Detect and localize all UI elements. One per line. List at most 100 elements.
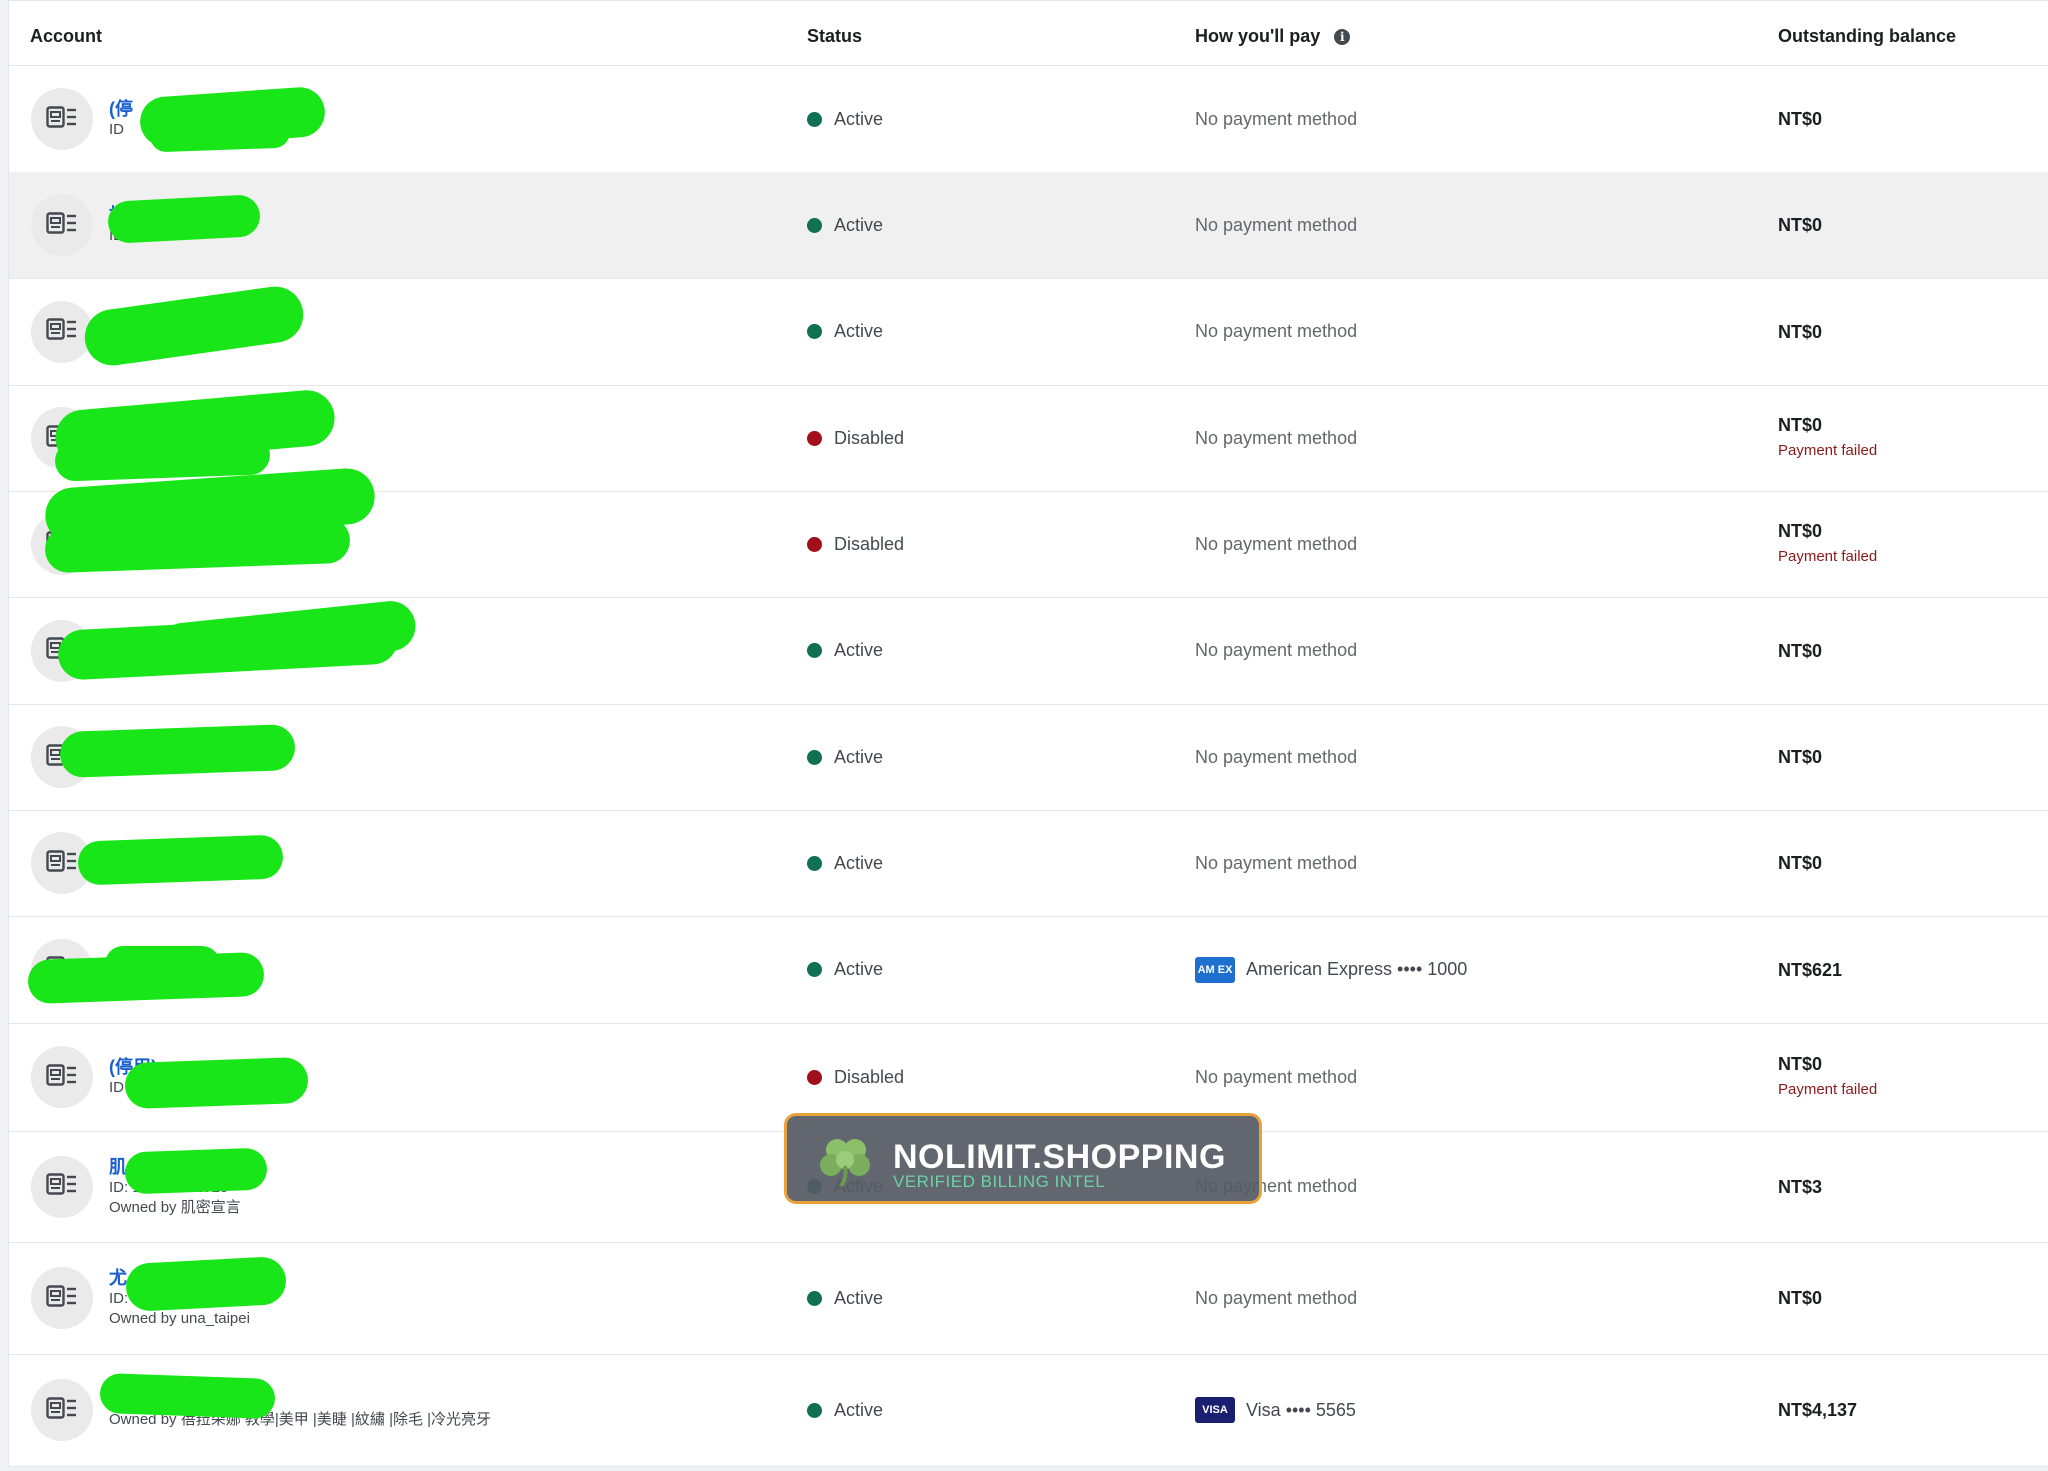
redaction-mark (105, 946, 220, 982)
clover-icon (820, 1139, 870, 1188)
balance-amount: NT$0 (1778, 321, 1823, 342)
status-dot (807, 643, 822, 658)
table-row[interactable]: 216ActiveNo payment methodNT$0 (9, 278, 2048, 386)
payment-method-label: No payment method (1195, 640, 1358, 660)
status-cell: Disabled (807, 491, 904, 597)
balance-amount: NT$0 (1778, 747, 1823, 767)
payment-method-cell: No payment method (1195, 704, 1357, 810)
status-cell: Active (807, 1242, 883, 1354)
status-cell: Disabled (807, 385, 904, 491)
status-dot (807, 536, 822, 552)
balance-cell: NT$621 (1778, 916, 1842, 1023)
table-row[interactable]: SaActiveAM EXAmerican Express •••• 1000N… (9, 916, 2048, 1024)
column-header-account[interactable]: Account (30, 8, 102, 65)
payment-method-label: No payment method (1195, 214, 1358, 235)
column-header-pay[interactable]: How you'll pay i (1195, 8, 1351, 65)
status-cell: Active (807, 66, 883, 172)
account-owner: Owned by 肌密宣言 (109, 1198, 241, 1216)
ad-account-icon (46, 211, 78, 240)
payment-method-label: Visa •••• 5565 (1246, 1399, 1356, 1420)
account-avatar (31, 1379, 93, 1441)
balance-cell: NT$4,137 (1778, 1354, 1857, 1466)
balance-cell: NT$0 (1778, 597, 1822, 704)
payment-method-label: No payment method (1195, 1287, 1358, 1308)
table-header: Account Status How you'll pay i Outstandi… (9, 8, 2048, 66)
status-cell: Active (807, 810, 883, 916)
account-avatar (31, 1155, 93, 1218)
redaction-mark (124, 1056, 309, 1110)
ad-account-icon (46, 1396, 78, 1425)
status-dot (807, 430, 822, 446)
balance-cell: NT$0 (1778, 172, 1822, 278)
balance-amount: NT$0 (1778, 521, 1823, 541)
payment-method-cell: VISA Visa •••• 5565 (1195, 1354, 1356, 1466)
ad-account-icon (46, 317, 78, 346)
status-label: Active (834, 321, 884, 341)
table-row[interactable]: ID: 847ActiveNo payment methodNT$0 (9, 704, 2048, 811)
payment-method-cell: No payment method (1195, 385, 1357, 491)
status-label: Active (834, 214, 884, 235)
redaction-mark (77, 834, 284, 886)
balance-cell: NT$0 (1778, 66, 1822, 172)
balance-amount: NT$0 (1778, 415, 1823, 435)
payment-method-cell: No payment method (1195, 1242, 1357, 1354)
ad-account-icon (46, 105, 78, 134)
redaction-mark (124, 1147, 268, 1195)
table-row[interactable]: Active No payment method NT$0 (9, 810, 2048, 917)
account-avatar (31, 88, 93, 150)
balance-cell: NT$0 (1778, 810, 1822, 916)
status-cell: Active (807, 704, 883, 810)
status-cell: Active (807, 916, 883, 1023)
status-cell: Active (807, 597, 883, 704)
status-dot (807, 1402, 822, 1418)
status-label: Disabled (834, 427, 905, 448)
status-label: Active (834, 1287, 884, 1308)
status-cell: Active (807, 1354, 883, 1466)
payment-method-cell: No payment method (1195, 491, 1357, 597)
status-dot (807, 324, 822, 339)
redaction-mark (59, 723, 296, 779)
status-label: Active (834, 959, 884, 979)
payment-method-label: No payment method (1195, 427, 1358, 448)
column-header-status[interactable]: Status (807, 8, 862, 65)
balance-amount: NT$0 (1778, 215, 1823, 235)
account-id: ID (109, 121, 124, 138)
account-avatar (31, 1046, 93, 1108)
payment-method-cell: AM EX American Express •••• 1000 (1195, 916, 1467, 1023)
ad-account-icon (46, 1284, 78, 1313)
status-dot (807, 855, 822, 871)
balance-cell: NT$0 Payment failed (1778, 491, 1877, 597)
payment-failed-note: Payment failed (1778, 548, 1878, 565)
info-icon[interactable]: i (1334, 28, 1351, 45)
watermark-subtitle: VERIFIED BILLING INTEL (893, 1172, 1106, 1191)
status-label: Active (834, 640, 884, 660)
redaction-mark (107, 194, 261, 244)
column-header-balance[interactable]: Outstanding balance (1778, 8, 1956, 65)
payment-method-cell: No payment method (1195, 597, 1357, 704)
balance-cell: NT$0 Payment failed (1778, 385, 1877, 491)
payment-method-cell: No payment method (1195, 810, 1357, 916)
balance-amount: NT$0 (1778, 853, 1823, 873)
balance-cell: NT$0 Payment failed (1778, 1023, 1877, 1131)
account-cell: (停 ID (109, 66, 133, 172)
status-dot (807, 962, 822, 977)
account-owner: Owned by una_taipei (109, 1310, 250, 1327)
ad-account-icon (46, 1172, 78, 1201)
visa-card-icon: VISA (1195, 1397, 1235, 1423)
status-label: Active (834, 852, 884, 873)
account-name-link[interactable]: (停 (109, 98, 133, 120)
balance-amount: NT$621 (1778, 959, 1843, 980)
payment-method-label: No payment method (1195, 321, 1358, 341)
table-row[interactable]: 尤 ID: Owned by una_taipei Active No payment … (9, 1242, 2048, 1355)
payment-method-label: No payment method (1195, 108, 1358, 129)
status-dot (807, 1290, 822, 1306)
account-avatar (31, 194, 93, 256)
payment-method-cell: No payment method (1195, 66, 1357, 172)
account-avatar (31, 300, 93, 363)
table-row[interactable]: 指ID: 2...0637ActiveNo payment methodNT$0 (9, 172, 2048, 279)
balance-cell: NT$0 (1778, 278, 1822, 385)
balance-amount: NT$0 (1778, 1054, 1823, 1074)
balance-cell: NT$0 (1778, 704, 1822, 810)
redaction-mark (149, 115, 291, 153)
table-row[interactable]: IDOwned by 蓓菈朵娜 教學|美甲 |美睫 |紋繡 |除毛 |冷光亮牙A… (9, 1354, 2048, 1467)
